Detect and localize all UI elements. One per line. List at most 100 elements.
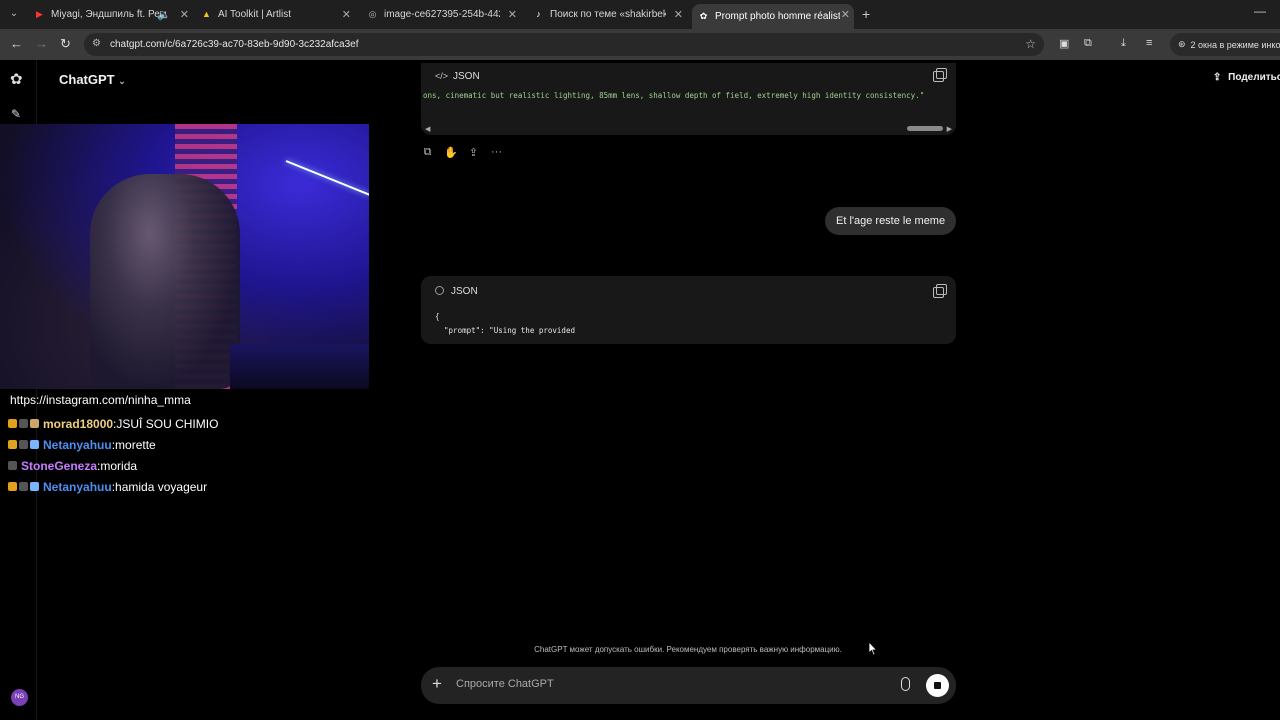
- chat-username: Netanyahuu: [43, 437, 112, 452]
- tab-miyagi[interactable]: ▶ Miyagi, Эндшпиль ft. Рем Дигга 🔈 ✕: [28, 4, 193, 25]
- stop-button[interactable]: [926, 674, 949, 697]
- share-icon: ⇪: [1213, 72, 1222, 83]
- chat-message: StoneGeneza :morida: [8, 455, 218, 476]
- tab-bar: ⌄ ▶ Miyagi, Эндшпиль ft. Рем Дигга 🔈 ✕ ▲…: [0, 0, 1280, 29]
- reload-icon[interactable]: ↻: [60, 36, 71, 52]
- user-message: Et l'age reste le meme: [825, 207, 957, 235]
- gift-badge-icon: [30, 419, 39, 428]
- tab-title: Miyagi, Эндшпиль ft. Рем Дигга: [51, 9, 169, 20]
- chat-message: Netanyahuu :morette: [8, 434, 218, 455]
- forward-icon[interactable]: →: [35, 36, 48, 51]
- url-field[interactable]: ⚙ chatgpt.com/c/6a726c39-ac70-83eb-9d90-…: [84, 33, 1044, 56]
- close-icon[interactable]: ✕: [180, 8, 189, 21]
- led-strip: [285, 160, 369, 196]
- sub-badge-icon: [19, 440, 28, 449]
- microphone-icon[interactable]: [901, 677, 910, 691]
- download-icon[interactable]: ⤓: [1121, 37, 1126, 50]
- tab-title: Поиск по теме «shakirbekov»: [550, 9, 666, 20]
- avatar[interactable]: NG: [11, 689, 28, 706]
- tab-title: image-ce627395-254b-4421-bf: [384, 9, 500, 20]
- prompt-input[interactable]: Спросите ChatGPT: [456, 678, 554, 690]
- more-icon[interactable]: ···: [490, 146, 503, 159]
- code-line: {: [435, 312, 440, 321]
- share-button[interactable]: ⇪ Поделиться: [1213, 72, 1280, 83]
- thumbs-icon[interactable]: ✋: [444, 146, 458, 159]
- speaker-icon[interactable]: 🔈: [157, 8, 171, 21]
- scroll-right-icon[interactable]: ▶: [947, 125, 952, 133]
- close-icon[interactable]: ✕: [342, 8, 351, 21]
- share-icon[interactable]: ⇪: [467, 146, 480, 159]
- sub-badge-icon: [19, 419, 28, 428]
- share-label: Поделиться: [1228, 72, 1280, 83]
- youtube-icon: ▶: [36, 9, 43, 19]
- code-block: JSON { "prompt": "Using the provided: [421, 276, 956, 344]
- sub-badge-icon: [19, 482, 28, 491]
- code-block-header: </> JSON: [435, 71, 480, 82]
- model-selector[interactable]: ChatGPT ⌄: [59, 72, 126, 87]
- scroll-left-icon[interactable]: ◀: [425, 125, 430, 133]
- chat-text: :morida: [97, 458, 138, 473]
- extension-icon[interactable]: ▣: [1059, 37, 1069, 50]
- copy-icon[interactable]: [933, 68, 947, 82]
- code-lang: JSON: [451, 286, 478, 297]
- horizontal-scrollbar[interactable]: ◀ ▶: [425, 125, 952, 133]
- chat-text: :hamida voyageur: [111, 479, 208, 494]
- copy-icon[interactable]: ⧉: [421, 146, 434, 159]
- reading-list-icon[interactable]: ≡: [1146, 37, 1152, 49]
- incognito-icon: ⊛: [1178, 39, 1186, 49]
- streamer: [90, 174, 240, 389]
- chat-text: :JSUÎ SOU CHIMIO: [113, 416, 219, 431]
- new-chat-icon[interactable]: ✎: [11, 107, 21, 121]
- composer: + Спросите ChatGPT: [421, 667, 956, 704]
- stream-chat: morad18000 :JSUÎ SOU CHIMIO Netanyahuu :…: [8, 413, 218, 497]
- plus-icon[interactable]: +: [432, 674, 442, 694]
- chatgpt-icon: ✿: [699, 11, 708, 21]
- chat-text-body: JSUÎ SOU CHIMIO: [116, 416, 219, 431]
- tab-title: AI Toolkit | Artlist: [218, 9, 291, 20]
- chat-text-body: morette: [115, 437, 156, 452]
- tab-tiktok[interactable]: ♪ Поиск по теме «shakirbekov» ✕: [527, 4, 687, 25]
- tab-image[interactable]: ◎ image-ce627395-254b-4421-bf ✕: [361, 4, 521, 25]
- chat-username: morad18000: [43, 416, 114, 431]
- copy-icon[interactable]: [933, 284, 947, 298]
- tab-search-button[interactable]: ⌄: [6, 6, 22, 22]
- chat-text: :morette: [111, 437, 156, 452]
- tv-badge-icon: [30, 482, 39, 491]
- crown-badge-icon: [8, 440, 17, 449]
- close-icon[interactable]: ✕: [508, 8, 517, 21]
- tab-artlist[interactable]: ▲ AI Toolkit | Artlist ✕: [195, 4, 355, 25]
- loading-spinner-icon: [435, 286, 444, 295]
- chevron-down-icon: ⌄: [118, 76, 126, 86]
- tab-chatgpt[interactable]: ✿ Prompt photo homme réaliste ✕: [692, 4, 854, 29]
- chat-message: Netanyahuu :hamida voyageur: [8, 476, 218, 497]
- site-settings-icon[interactable]: ⚙: [92, 38, 101, 49]
- webcam-overlay: [0, 124, 369, 389]
- bookmark-star-icon[interactable]: ☆: [1025, 37, 1036, 51]
- code-body: { "prompt": "Using the provided: [435, 310, 575, 338]
- address-bar: ← → ↻ ⚙ chatgpt.com/c/6a726c39-ac70-83eb…: [0, 29, 1280, 60]
- chat-username: StoneGeneza: [21, 458, 98, 473]
- code-icon: </>: [435, 71, 449, 81]
- sub-badge-icon: [8, 461, 17, 470]
- instagram-link: https://instagram.com/ninha_mma: [10, 393, 191, 407]
- close-icon[interactable]: ✕: [674, 8, 683, 21]
- desk: [230, 344, 369, 389]
- close-icon[interactable]: ✕: [841, 8, 850, 21]
- crown-badge-icon: [8, 482, 17, 491]
- message-actions: ⧉ ✋ ⇪ ···: [421, 146, 503, 159]
- code-line: "prompt": "Using the provided: [435, 326, 575, 335]
- tv-badge-icon: [30, 440, 39, 449]
- incognito-label: 2 окна в режиме инкогнито: [1190, 39, 1280, 50]
- new-tab-button[interactable]: +: [862, 6, 870, 22]
- chat-text-body: morida: [100, 458, 138, 473]
- scrollbar-thumb[interactable]: [907, 126, 943, 131]
- tab-title: Prompt photo homme réaliste: [715, 11, 840, 22]
- back-icon[interactable]: ←: [10, 36, 23, 51]
- code-line: ons, cinematic but realistic lighting, 8…: [423, 91, 925, 100]
- minimize-button[interactable]: —: [1254, 4, 1266, 18]
- tiktok-icon: ♪: [536, 9, 541, 19]
- incognito-indicator[interactable]: ⊛ 2 окна в режиме инкогнито: [1170, 33, 1280, 56]
- extensions-puzzle-icon[interactable]: ⧉: [1084, 37, 1092, 50]
- code-block: </> JSON ons, cinematic but realistic lig…: [421, 63, 956, 135]
- chatgpt-logo-icon[interactable]: ✿: [10, 70, 23, 88]
